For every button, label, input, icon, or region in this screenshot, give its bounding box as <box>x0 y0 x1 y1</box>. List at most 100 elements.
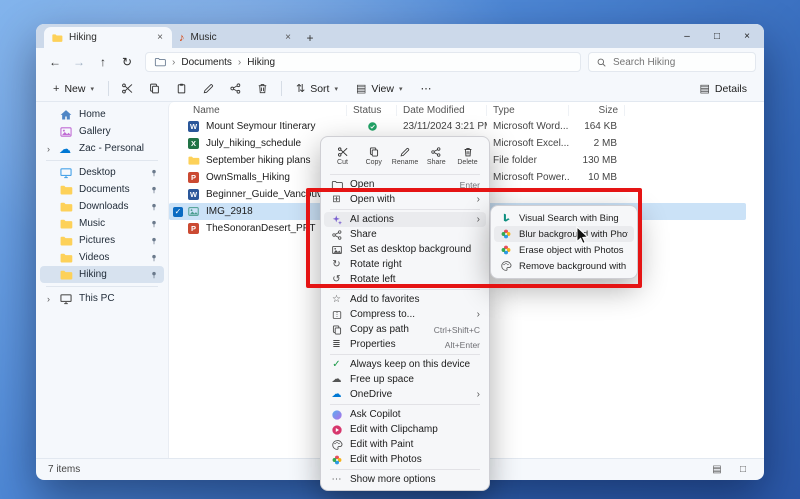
refresh-button[interactable]: ↻ <box>116 52 138 72</box>
sidebar-item-music[interactable]: Music <box>40 215 164 232</box>
column-header-name[interactable]: Name <box>169 105 347 116</box>
tab-music[interactable]: ♪ Music × <box>172 27 300 48</box>
submenu-item-label: Erase object with Photos <box>519 245 628 256</box>
trash-icon <box>462 146 474 158</box>
onedrive-cloud-icon: ☁ <box>59 142 73 156</box>
sidebar-item-downloads[interactable]: Downloads <box>40 198 164 215</box>
new-button[interactable]: + New ▾ <box>46 80 101 98</box>
menu-item-properties[interactable]: ≣ Properties Alt+Enter <box>324 337 486 352</box>
up-button[interactable]: ↑ <box>92 52 114 72</box>
submenu-item-visual-search-with-bing[interactable]: Visual Search with Bing <box>494 210 634 226</box>
open-icon <box>330 178 343 191</box>
plus-icon: + <box>53 83 59 95</box>
menu-item-show-more-options[interactable]: ⋯ Show more options <box>324 472 486 487</box>
sidebar-item-desktop[interactable]: Desktop <box>40 164 164 181</box>
menu-item-free-up-space[interactable]: ☁ Free up space <box>324 372 486 387</box>
menu-item-ai-actions[interactable]: AI actions › <box>324 212 486 227</box>
menu-item-share[interactable]: Share <box>324 227 486 242</box>
sidebar-item-videos[interactable]: Videos <box>40 249 164 266</box>
menu-item-label: AI actions <box>350 214 470 225</box>
breadcrumb-hiking[interactable]: Hiking <box>247 57 275 68</box>
chevron-right-icon[interactable]: › <box>44 294 53 304</box>
copy-button[interactable] <box>143 79 166 99</box>
tab-close-icon[interactable]: × <box>283 32 293 43</box>
menu-item-rotate-left[interactable]: ↺ Rotate left <box>324 272 486 287</box>
column-header-date-modified[interactable]: Date Modified <box>397 105 487 116</box>
search-input[interactable] <box>613 57 748 68</box>
menu-item-ask-copilot[interactable]: Ask Copilot <box>324 407 486 422</box>
close-button[interactable]: × <box>732 24 762 48</box>
powerpoint-file-icon: P <box>188 223 199 234</box>
chevron-right-icon[interactable]: › <box>44 144 53 154</box>
sidebar-item-home[interactable]: Home <box>40 106 164 123</box>
menu-item-rotate-right[interactable]: ↻ Rotate right <box>324 257 486 272</box>
tab-close-icon[interactable]: × <box>155 32 165 43</box>
sidebar-item-documents[interactable]: Documents <box>40 181 164 198</box>
file-row[interactable]: W Mount Seymour Itinerary 23/11/2024 3:2… <box>169 118 764 135</box>
share-button[interactable]: Share <box>422 141 451 170</box>
delete-button[interactable]: Delete <box>453 141 482 170</box>
cut-button[interactable] <box>116 79 139 99</box>
column-header-size[interactable]: Size <box>569 105 625 116</box>
submenu-item-label: Blur background with Photos <box>519 229 628 240</box>
clipchamp-icon <box>330 423 343 436</box>
menu-separator <box>330 354 480 355</box>
details-view-toggle[interactable]: ▤ <box>708 464 726 475</box>
menu-item-label: Ask Copilot <box>350 409 480 420</box>
cut-button[interactable]: Cut <box>328 141 357 170</box>
large-icons-view-toggle[interactable]: □ <box>734 464 752 475</box>
menu-item-open-with[interactable]: ⊞ Open with › <box>324 192 486 207</box>
back-button[interactable]: ← <box>44 52 66 72</box>
details-pane-button[interactable]: ▤ Details <box>692 79 754 98</box>
sidebar-item-pictures[interactable]: Pictures <box>40 232 164 249</box>
tab-hiking[interactable]: Hiking × <box>44 27 172 48</box>
sidebar-item-label: Pictures <box>79 235 143 246</box>
rename-button[interactable]: Rename <box>391 141 420 170</box>
more-options-button[interactable]: ⋯ <box>413 79 438 98</box>
sidebar-item-onedrive-personal[interactable]: › ☁ Zac - Personal <box>40 140 164 157</box>
sort-button[interactable]: ⇅ Sort ▾ <box>289 79 345 98</box>
view-button[interactable]: ▤ View ▾ <box>349 79 410 98</box>
breadcrumb-documents[interactable]: Documents <box>181 57 232 68</box>
check-icon: ✓ <box>330 358 343 371</box>
menu-item-copy-as-path[interactable]: Copy as path Ctrl+Shift+C <box>324 322 486 337</box>
menu-item-compress-to[interactable]: Compress to... › <box>324 307 486 322</box>
menu-item-onedrive[interactable]: ☁ OneDrive › <box>324 387 486 402</box>
new-tab-button[interactable]: + <box>300 27 320 48</box>
sidebar-item-hiking[interactable]: Hiking <box>40 266 164 283</box>
minimize-button[interactable]: – <box>672 24 702 48</box>
menu-item-edit-with-photos[interactable]: Edit with Photos <box>324 452 486 467</box>
properties-icon: ≣ <box>330 338 343 351</box>
column-header-type[interactable]: Type <box>487 105 569 116</box>
forward-button[interactable]: → <box>68 52 90 72</box>
search-box[interactable] <box>588 52 756 72</box>
sidebar-item-label: Downloads <box>79 201 143 212</box>
share-button[interactable] <box>224 79 247 99</box>
menu-item-edit-with-clipchamp[interactable]: Edit with Clipchamp <box>324 422 486 437</box>
column-headers: Name Status Date Modified Type Size <box>169 102 764 118</box>
pin-icon <box>149 185 159 195</box>
menu-item-set-as-desktop-background[interactable]: Set as desktop background <box>324 242 486 257</box>
file-type: Microsoft Power... <box>487 172 569 183</box>
rename-button[interactable] <box>197 79 220 99</box>
menu-item-edit-with-paint[interactable]: Edit with Paint <box>324 437 486 452</box>
file-name: September hiking plans <box>206 155 311 166</box>
folder-icon <box>59 200 73 214</box>
paste-button[interactable] <box>170 79 193 99</box>
menu-item-label: Rotate left <box>350 274 480 285</box>
checkbox-checked-icon[interactable]: ✓ <box>173 207 183 217</box>
address-bar: ← → ↑ ↻ › Documents › Hiking <box>36 48 764 76</box>
maximize-button[interactable]: □ <box>702 24 732 48</box>
menu-item-add-to-favorites[interactable]: ☆ Add to favorites <box>324 292 486 307</box>
copy-button[interactable]: Copy <box>359 141 388 170</box>
submenu-item-blur-background-with-photos[interactable]: Blur background with Photos <box>494 226 634 242</box>
breadcrumb[interactable]: › Documents › Hiking <box>145 52 581 72</box>
column-header-status[interactable]: Status <box>347 105 397 116</box>
sidebar-item-this-pc[interactable]: › This PC <box>40 290 164 307</box>
sidebar-item-gallery[interactable]: Gallery <box>40 123 164 140</box>
submenu-item-remove-background-with-paint[interactable]: Remove background with Paint <box>494 258 634 274</box>
menu-item-open[interactable]: Open Enter <box>324 177 486 192</box>
menu-item-always-keep-on-this-device[interactable]: ✓ Always keep on this device <box>324 357 486 372</box>
delete-button[interactable] <box>251 79 274 99</box>
submenu-item-erase-object-with-photos[interactable]: Erase object with Photos <box>494 242 634 258</box>
